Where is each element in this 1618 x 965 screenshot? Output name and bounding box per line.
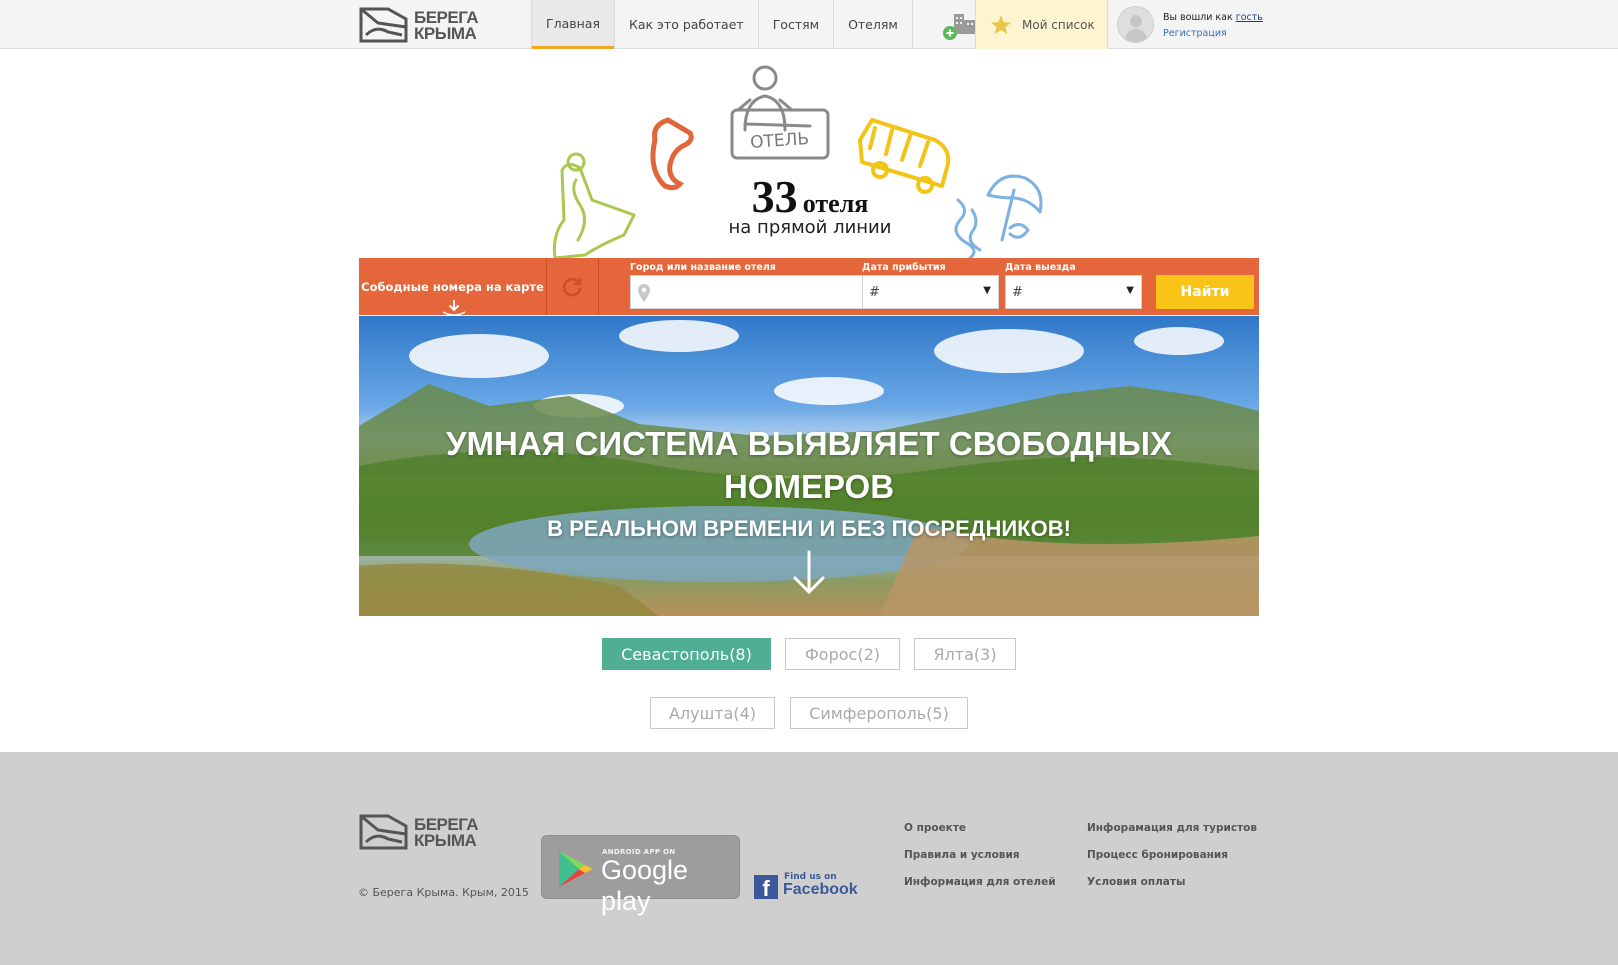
hotel-count-unit: отеля xyxy=(802,189,869,218)
arrow-down-icon xyxy=(442,300,466,316)
google-play-big: Google play xyxy=(601,855,689,916)
logo-icon xyxy=(359,7,408,43)
footer-logo-line2: КРЫМА xyxy=(414,831,477,850)
hotel-counter: 33 отеля на прямой линии xyxy=(700,170,920,238)
city-filter-yalta[interactable]: Ялта(3) xyxy=(914,638,1016,670)
footer: БЕРЕГА КРЫМА © Берега Крыма. Крым, 2015 … xyxy=(0,752,1618,965)
map-road-icon xyxy=(552,152,636,260)
my-list-label: Мой список xyxy=(1022,17,1095,32)
footer-links-col2: Инфорамация для туристов Процесс брониро… xyxy=(1087,822,1257,903)
footer-links-col1: О проекте Правила и условия Информация д… xyxy=(904,822,1056,903)
guest-user-link[interactable]: гость xyxy=(1236,12,1263,23)
avatar-icon[interactable] xyxy=(1117,6,1154,43)
user-block: Вы вошли как гость Регистрация xyxy=(1117,6,1263,44)
facebook-icon: f xyxy=(754,875,778,901)
phone-icon xyxy=(650,117,694,191)
hotel-sign-text: ОТЕЛЬ xyxy=(750,129,810,153)
main-nav: Главная Как это работает Гостям Отелям xyxy=(531,0,1011,49)
departure-date-label: Дата выезда xyxy=(1005,262,1076,273)
site-logo[interactable]: БЕРЕГА КРЫМА xyxy=(358,5,479,47)
arrival-date-label: Дата прибытия xyxy=(862,262,946,273)
register-link[interactable]: Регистрация xyxy=(1163,28,1227,39)
arrow-down-icon[interactable] xyxy=(791,550,827,596)
nav-guests[interactable]: Гостям xyxy=(757,0,833,49)
google-play-icon xyxy=(559,851,593,887)
nav-hotels[interactable]: Отелям xyxy=(833,0,912,49)
top-navigation-bar: БЕРЕГА КРЫМА Главная Как это работает Го… xyxy=(0,0,1618,49)
hero-banner: УМНАЯ СИСТЕМА ВЫЯВЛЯЕТ СВОБОДНЫХ НОМЕРОВ… xyxy=(359,316,1259,616)
departure-date-value: # xyxy=(1012,285,1023,300)
find-button[interactable]: Найти xyxy=(1156,275,1254,309)
logo-line2: КРЫМА xyxy=(414,24,477,43)
footer-link-about[interactable]: О проекте xyxy=(904,822,1056,834)
city-search-field[interactable] xyxy=(630,275,863,309)
city-search-input[interactable] xyxy=(657,276,857,308)
refresh-button[interactable] xyxy=(548,258,599,315)
star-icon xyxy=(990,14,1012,34)
google-play-badge[interactable]: ANDROID APP ON Google play xyxy=(541,835,740,916)
facebook-big: Facebook xyxy=(783,881,858,898)
footer-logo-text: БЕРЕГА КРЫМА xyxy=(414,816,479,850)
facebook-badge[interactable]: f Find us on Facebook xyxy=(754,872,864,902)
arrival-date-select[interactable]: # ▼ xyxy=(862,275,999,309)
banner-subline: В РЕАЛЬНОМ ВРЕМЕНИ И БЕЗ ПОСРЕДНИКОВ! xyxy=(547,516,1071,541)
city-field-label: Город или название отеля xyxy=(630,262,776,273)
city-filter-foros[interactable]: Форос(2) xyxy=(785,638,900,670)
refresh-icon xyxy=(562,277,582,296)
search-bar: Сободные номера на карте Город или назва… xyxy=(359,258,1259,316)
hotel-count-subtitle: на прямой линии xyxy=(728,217,892,238)
logo-text: БЕРЕГА КРЫМА xyxy=(414,9,479,43)
departure-date-select[interactable]: # ▼ xyxy=(1005,275,1142,309)
city-filter-sevastopol[interactable]: Севастополь(8) xyxy=(602,638,771,670)
chevron-down-icon: ▼ xyxy=(1126,285,1134,296)
city-filter-alushta[interactable]: Алушта(4) xyxy=(650,697,775,729)
location-pin-icon xyxy=(638,284,650,302)
footer-logo[interactable]: БЕРЕГА КРЫМА xyxy=(358,812,479,854)
nav-home[interactable]: Главная xyxy=(531,0,614,49)
beach-umbrella-icon xyxy=(954,174,1043,260)
footer-link-booking-process[interactable]: Процесс бронирования xyxy=(1087,849,1257,861)
footer-link-payment-terms[interactable]: Условия оплаты xyxy=(1087,876,1257,888)
copyright: © Берега Крыма. Крым, 2015 xyxy=(358,886,529,899)
banner-headline: УМНАЯ СИСТЕМА ВЫЯВЛЯЕТ СВОБОДНЫХ НОМЕРОВ xyxy=(446,425,1172,505)
city-filter-simferopol[interactable]: Симферополь(5) xyxy=(790,697,968,729)
map-button-label: Сободные номера на карте xyxy=(361,279,544,294)
arrival-date-value: # xyxy=(869,285,880,300)
login-status: Вы вошли как гость xyxy=(1163,12,1263,23)
free-rooms-map-button[interactable]: Сободные номера на карте xyxy=(359,258,547,316)
footer-link-terms[interactable]: Правила и условия xyxy=(904,849,1056,861)
footer-link-hotels-info[interactable]: Информация для отелей xyxy=(904,876,1056,888)
login-prefix: Вы вошли как xyxy=(1163,12,1233,23)
chevron-down-icon: ▼ xyxy=(983,285,991,296)
hotel-count: 33 xyxy=(751,171,798,222)
logo-icon xyxy=(359,814,408,850)
nav-how-it-works[interactable]: Как это работает xyxy=(614,0,758,49)
footer-link-tourists-info[interactable]: Инфорамация для туристов xyxy=(1087,822,1257,834)
my-list-button[interactable]: Мой список xyxy=(975,0,1108,49)
